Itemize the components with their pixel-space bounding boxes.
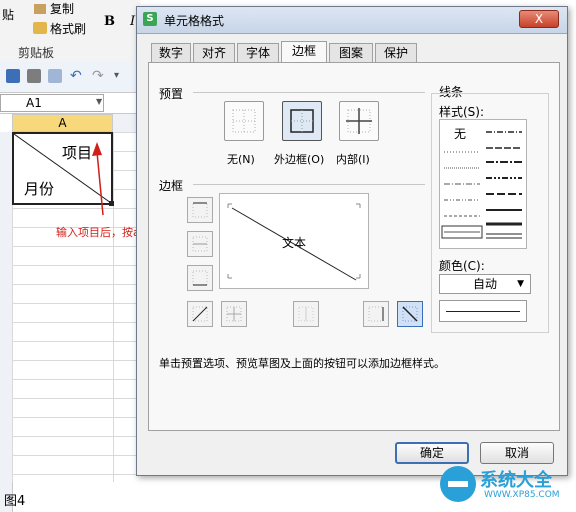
line-style-list[interactable]: 无 (439, 119, 527, 249)
border-inner-vertical-button[interactable] (293, 301, 319, 327)
clipboard-group-label: 剪贴板 (18, 46, 55, 60)
border-tab-panel: 预置 无(N) 外边框(O) 内部(I) 边框 文本 线条 样式(S): 无 颜… (148, 62, 560, 431)
annotation-arrow (92, 142, 104, 216)
column-header-a[interactable]: A (12, 114, 113, 132)
watermark-logo-bar (448, 481, 468, 487)
border-divider (193, 184, 425, 185)
copy-button[interactable]: 复制 (50, 0, 74, 17)
copy-icon (34, 4, 46, 14)
line-sample-stroke (446, 311, 520, 312)
cell-row-text: 月份 (24, 180, 55, 198)
tab-protection[interactable]: 保护 (375, 43, 417, 63)
preview-text: 文本 (282, 236, 307, 250)
border-diagonal-down-button[interactable] (397, 301, 423, 327)
redo-icon[interactable]: ↷ (92, 69, 104, 83)
watermark-logo-icon (440, 466, 476, 502)
save-icon[interactable] (6, 69, 20, 83)
ribbon: 贴 复制 格式刷 B I 剪贴板 (0, 0, 140, 63)
undo-icon[interactable]: ↶ (70, 69, 82, 83)
dialog-title: 单元格格式 (164, 14, 225, 28)
border-outline-icon (290, 109, 314, 133)
diagonal-up-icon (192, 306, 208, 322)
quick-access-toolbar: ↶ ↷ ▾ (0, 62, 140, 93)
italic-button[interactable]: I (130, 14, 135, 29)
diagonal-down-icon (402, 306, 418, 322)
app-icon: S (143, 12, 157, 26)
presets-divider (193, 92, 425, 93)
paste-button[interactable]: 贴 (2, 6, 14, 23)
border-none-icon (232, 109, 256, 133)
border-top-icon (192, 202, 208, 218)
cancel-button[interactable]: 取消 (480, 442, 554, 464)
border-inner-grid-button[interactable] (221, 301, 247, 327)
color-label: 颜色(C): (439, 259, 485, 273)
preset-none-button[interactable] (224, 101, 264, 141)
watermark-url: WWW.XP85.COM (484, 490, 560, 500)
dialog-titlebar[interactable]: S 单元格格式 X (137, 7, 567, 34)
name-box[interactable]: A1 (0, 94, 104, 112)
border-top-button[interactable] (187, 197, 213, 223)
close-button[interactable]: X (519, 10, 559, 28)
border-inner-horizontal-icon (192, 236, 208, 252)
border-diagonal-up-button[interactable] (187, 301, 213, 327)
tab-alignment[interactable]: 对齐 (193, 43, 235, 63)
tab-border[interactable]: 边框 (281, 41, 327, 63)
line-style-swatches (441, 131, 522, 239)
print-preview-icon[interactable] (48, 69, 62, 83)
border-right-button[interactable] (363, 301, 389, 327)
color-value: 自动 (472, 277, 497, 291)
border-bottom-button[interactable] (187, 265, 213, 291)
border-label: 边框 (159, 179, 184, 193)
close-icon: X (534, 12, 544, 26)
figure-caption: 图4 (4, 494, 26, 509)
print-icon[interactable] (27, 69, 41, 83)
format-painter-button[interactable]: 格式刷 (50, 20, 86, 37)
border-inner-grid-icon (226, 306, 242, 322)
hint-text: 单击预置选项、预览草图及上面的按钮可以添加边框样式。 (159, 357, 445, 370)
tab-font[interactable]: 字体 (237, 43, 279, 63)
tab-pattern[interactable]: 图案 (329, 43, 373, 63)
border-preview[interactable]: 文本 (219, 193, 369, 289)
format-cells-dialog: S 单元格格式 X 数字 对齐 字体 边框 图案 保护 预置 无(N) 外边框(… (136, 6, 568, 476)
preset-inside-button[interactable] (339, 101, 379, 141)
border-inner-horizontal-button[interactable] (187, 231, 213, 257)
preset-inside-label: 内部(I) (336, 153, 370, 166)
format-painter-icon (33, 22, 47, 34)
preset-outline-label: 外边框(O) (274, 153, 325, 166)
line-sample (439, 300, 527, 322)
chevron-down-icon: ▼ (517, 279, 524, 289)
customize-toolbar-icon[interactable]: ▾ (114, 69, 124, 83)
border-inner-vertical-icon (298, 306, 314, 322)
presets-label: 预置 (159, 87, 184, 101)
line-style-label: 样式(S): (439, 105, 485, 119)
color-select[interactable]: 自动 ▼ (439, 274, 531, 294)
border-right-icon (368, 306, 384, 322)
watermark-brand: 系统大全 (480, 470, 552, 491)
preset-outline-button[interactable] (282, 101, 322, 141)
border-bottom-icon (192, 270, 208, 286)
bold-button[interactable]: B (104, 14, 115, 29)
tab-number[interactable]: 数字 (151, 43, 191, 63)
preset-none-label: 无(N) (227, 153, 255, 166)
name-box-dropdown-icon[interactable]: ▼ (96, 97, 102, 106)
border-inside-icon (346, 108, 372, 134)
ok-button[interactable]: 确定 (395, 442, 469, 464)
